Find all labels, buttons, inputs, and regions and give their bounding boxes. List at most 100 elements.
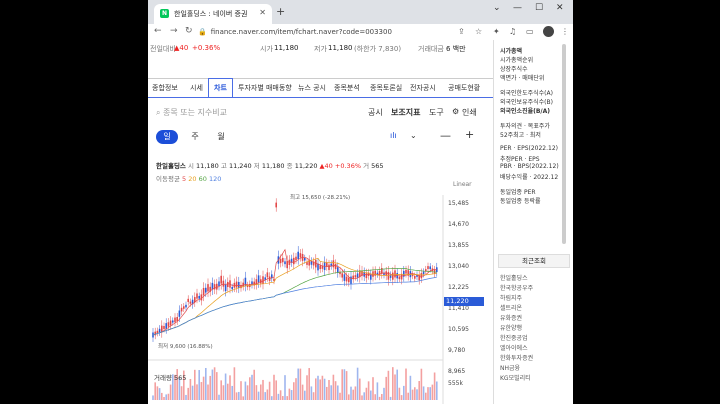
recent-item[interactable]: 한국항공우주 [500, 283, 533, 292]
indicator-button[interactable]: 보조지표 [391, 107, 420, 118]
candle-body [334, 263, 337, 270]
ma-5: 5 [182, 175, 187, 183]
print-icon[interactable]: ⚙ [452, 107, 459, 116]
volume-bar [273, 374, 275, 400]
volume-bar [202, 376, 205, 400]
url-field[interactable]: 🔒 finance.naver.com/item/fchart.naver?cod… [198, 26, 448, 38]
new-tab-icon[interactable]: + [276, 5, 285, 18]
avatar[interactable] [543, 26, 554, 37]
candle-body [332, 260, 335, 268]
menu-quote[interactable]: 시세 [190, 83, 203, 93]
extensions-icon[interactable]: ✦ [493, 27, 500, 36]
volume-bar [169, 384, 172, 400]
menu-news[interactable]: 뉴스 공시 [298, 83, 326, 93]
tab-title: 한일홀딩스 : 네이버 증권 [174, 10, 248, 18]
period-day[interactable]: 일 [156, 130, 178, 144]
menu-discussion[interactable]: 종목토론실 [370, 83, 402, 93]
minimize-icon[interactable]: — [513, 3, 522, 13]
volume-bar [330, 385, 332, 400]
volume-bar [403, 385, 405, 400]
candle-body [178, 310, 181, 317]
media-icon[interactable]: ♫ [509, 27, 516, 36]
volume-bar [431, 384, 434, 400]
candle-body [306, 262, 308, 265]
zoom-out-icon[interactable]: — [440, 129, 451, 142]
candle-body [405, 269, 407, 274]
close-tab-icon[interactable]: ✕ [259, 8, 266, 17]
recent-item[interactable]: 엘아이에스 [500, 343, 528, 352]
volume-bar [339, 392, 341, 400]
reload-icon[interactable]: ↻ [185, 26, 193, 36]
sidepanel-icon[interactable]: ▭ [526, 27, 534, 36]
recent-item[interactable]: 유한양행 [500, 323, 522, 332]
volume-bar [290, 390, 293, 400]
chevron-down-icon[interactable]: ⌄ [410, 131, 417, 140]
ma-120: 120 [208, 175, 222, 183]
volume-bar [343, 369, 346, 400]
volume-bar [213, 367, 216, 400]
candle-body [218, 281, 220, 287]
volume-bar [227, 383, 229, 400]
volume-bar [400, 395, 403, 400]
back-icon[interactable]: ← [154, 26, 162, 36]
scrollbar[interactable] [562, 44, 566, 244]
volume-bar [365, 387, 368, 400]
recent-item[interactable]: 한진중공업 [500, 333, 528, 342]
recent-view-header[interactable]: 최근조회 [498, 254, 570, 268]
menu-disclosure[interactable]: 전자공시 [410, 83, 436, 93]
menu-chart[interactable]: 차트 [208, 78, 233, 97]
menu-short-sell[interactable]: 공매도현황 [448, 83, 480, 93]
volume-bar [205, 367, 207, 400]
share-icon[interactable]: ⇪ [458, 27, 465, 36]
recent-item[interactable]: NH금융 [500, 363, 520, 372]
candle-body [299, 253, 302, 258]
recent-item[interactable]: 한일홀딩스 [500, 273, 528, 282]
volume-bar [378, 396, 381, 400]
volume-bar [383, 387, 385, 400]
prev-label: 전일대비 [150, 45, 176, 53]
volume-bar [405, 368, 407, 400]
bookmark-star-icon[interactable]: ☆ [475, 27, 482, 36]
notice-button[interactable]: 공시 [368, 107, 383, 118]
y-tick-label: 10,595 [448, 326, 469, 333]
candle-body [341, 273, 343, 278]
recent-item[interactable]: 셀트리온 [500, 303, 522, 312]
volume-tick: 555k [448, 380, 463, 387]
volume-bar [295, 378, 297, 400]
menu-summary[interactable]: 종합정보 [152, 83, 178, 93]
recent-item[interactable]: 유화증권 [500, 313, 522, 322]
candle-body [222, 280, 225, 287]
recent-item[interactable]: 하림지주 [500, 293, 522, 302]
candle-icon[interactable]: ılı [390, 131, 397, 140]
candle-body [158, 328, 161, 333]
menu-investor[interactable]: 투자자별 매매동향 [238, 83, 292, 93]
volume-bar [317, 375, 319, 400]
menu-analysis[interactable]: 종목분석 [334, 83, 360, 93]
recent-item[interactable]: 한화투자증권 [500, 353, 533, 362]
candle-body [180, 307, 183, 312]
period-month[interactable]: 월 [210, 130, 232, 144]
volume-bar [216, 372, 218, 400]
zoom-in-icon[interactable]: + [465, 128, 474, 141]
volume-bar [328, 379, 330, 400]
price-chart[interactable] [148, 185, 493, 404]
chevron-down-icon[interactable]: ⌄ [493, 3, 501, 13]
period-week[interactable]: 주 [184, 130, 206, 144]
volume-bar [244, 381, 247, 400]
candle-body [284, 261, 286, 265]
min-annotation: 최저 9,600 (16.88%) [158, 344, 213, 350]
recent-item[interactable]: KG모빌리티 [500, 373, 531, 382]
sidebar-item: 외국인한도주식수(A) [500, 90, 553, 97]
compare-search[interactable]: ⌕ 종목 또는 지수비교 [156, 107, 227, 118]
print-button[interactable]: 인쇄 [462, 107, 477, 118]
forward-icon[interactable]: → [170, 26, 178, 36]
browser-tab[interactable]: N 한일홀딩스 : 네이버 증권 ✕ [154, 4, 272, 24]
volume-bar [293, 382, 295, 400]
maximize-icon[interactable]: ☐ [535, 3, 543, 13]
kebab-menu-icon[interactable]: ⋮ [561, 27, 569, 36]
volume-bar [310, 386, 313, 400]
y-tick-label: 13,040 [448, 263, 469, 270]
close-window-icon[interactable]: ✕ [556, 3, 564, 13]
volume-bar [152, 395, 154, 400]
tool-button[interactable]: 도구 [429, 107, 444, 118]
